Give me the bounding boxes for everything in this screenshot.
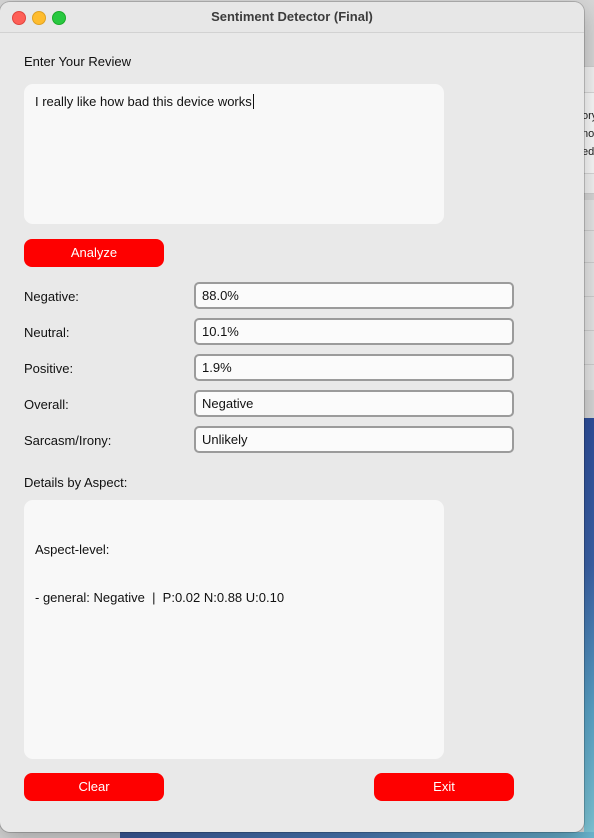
negative-field[interactable]: 88.0%	[194, 282, 514, 309]
details-textarea[interactable]: Aspect-level: - general: Negative | P:0.…	[24, 500, 444, 759]
text-caret	[252, 94, 254, 109]
desktop-wallpaper	[584, 418, 594, 838]
details-line: Aspect-level:	[35, 542, 110, 557]
positive-field[interactable]: 1.9%	[194, 354, 514, 381]
review-textarea[interactable]: I really like how bad this device works	[24, 84, 444, 224]
background-window-list	[584, 200, 594, 390]
review-text: I really like how bad this device works	[35, 94, 252, 109]
negative-label: Negative:	[24, 289, 79, 304]
details-label: Details by Aspect:	[24, 475, 128, 490]
clear-button[interactable]: Clear	[24, 773, 164, 801]
positive-label: Positive:	[24, 361, 74, 376]
sarcasm-label: Sarcasm/Irony:	[24, 433, 112, 448]
title-bar[interactable]: Sentiment Detector (Final)	[0, 2, 584, 33]
neutral-field[interactable]: 10.1%	[194, 318, 514, 345]
desktop-wallpaper-bottom	[120, 832, 594, 838]
exit-button[interactable]: Exit	[374, 773, 514, 801]
overall-label: Overall:	[24, 397, 69, 412]
overall-field[interactable]: Negative	[194, 390, 514, 417]
app-window: Sentiment Detector (Final) Enter Your Re…	[0, 2, 584, 832]
window-title: Sentiment Detector (Final)	[211, 9, 373, 24]
review-label: Enter Your Review	[24, 54, 131, 69]
neutral-label: Neutral:	[24, 325, 70, 340]
details-line: - general: Negative | P:0.02 N:0.88 U:0.…	[35, 590, 285, 605]
sarcasm-field[interactable]: Unlikely	[194, 426, 514, 453]
analyze-button[interactable]: Analyze	[24, 239, 164, 267]
